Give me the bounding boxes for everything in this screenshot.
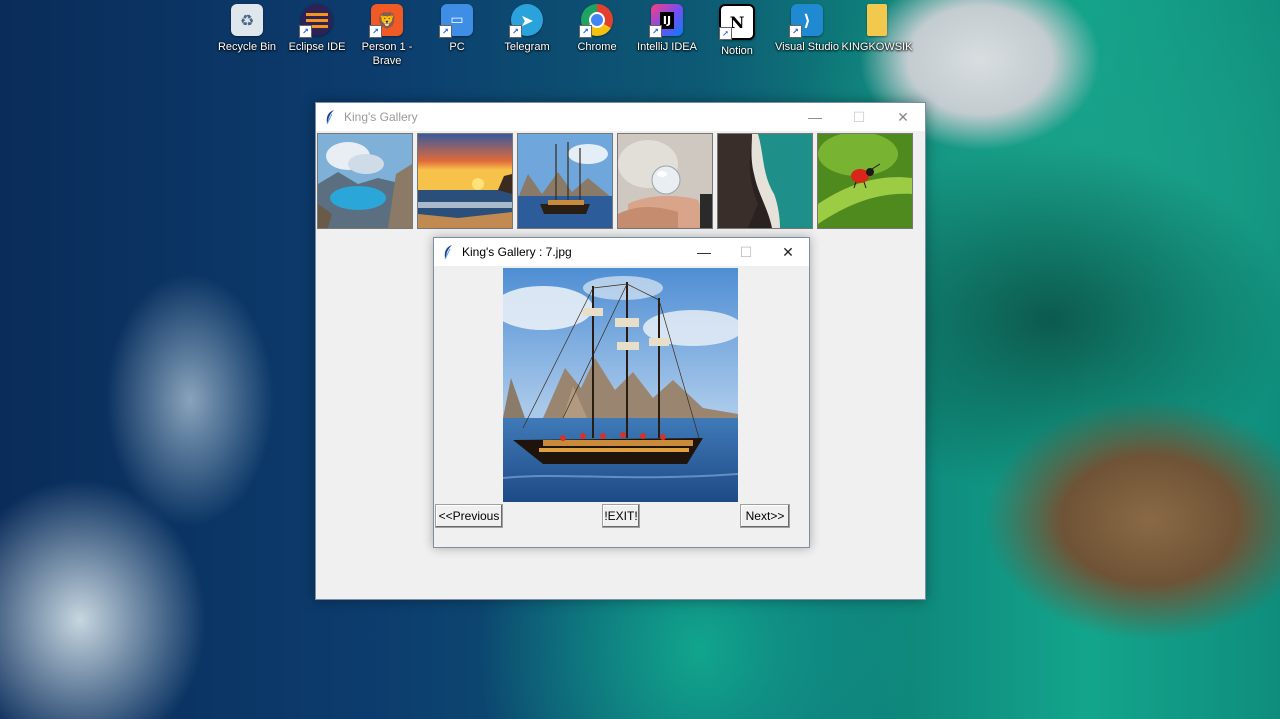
desktop-icon-label: PC <box>449 41 465 53</box>
mountain-lake-thumbnail[interactable] <box>317 133 413 229</box>
desktop-icon-telegram[interactable]: ➤ ↗ Telegram <box>492 4 562 68</box>
desktop-icons: ♻ Recycle Bin ↗ Eclipse IDE 🦁 ↗ Person 1 … <box>212 4 912 68</box>
notion-icon: N ↗ <box>719 4 755 40</box>
main-titlebar[interactable]: King's Gallery — ☐ ✕ <box>316 103 925 131</box>
desktop-icon-label: KINGKOWSIK <box>841 41 913 53</box>
close-button[interactable]: ✕ <box>881 103 925 131</box>
ladybug-leaf-thumbnail[interactable] <box>817 133 913 229</box>
desktop-icon-eclipse[interactable]: ↗ Eclipse IDE <box>282 4 352 68</box>
desktop-icon-label: Telegram <box>504 41 550 53</box>
desktop-icon-brave[interactable]: 🦁 ↗ Person 1 - Brave <box>352 4 422 68</box>
desktop-icon-vscode[interactable]: ⟩ ↗ Visual Studio <box>772 4 842 68</box>
telegram-icon: ➤ ↗ <box>509 4 543 38</box>
desktop-icon-label: Visual Studio <box>774 41 839 53</box>
folder-icon <box>867 4 887 36</box>
aerial-coast-thumbnail[interactable] <box>717 133 813 229</box>
intellij-icon: IJ ↗ <box>649 4 683 38</box>
maximize-button[interactable]: ☐ <box>725 238 767 266</box>
desktop-icon-label: Person 1 - Brave <box>361 41 413 67</box>
main-window-title: King's Gallery <box>344 110 418 124</box>
pirate-ship-photo <box>503 268 738 502</box>
desktop-icon-label: Recycle Bin <box>217 41 277 53</box>
minimize-button[interactable]: — <box>683 238 725 266</box>
feather-icon <box>326 110 334 125</box>
pc-icon: ▭ ↗ <box>439 4 473 38</box>
desktop-icon-label: Chrome <box>577 41 617 53</box>
sunset-beach-thumbnail[interactable] <box>417 133 513 229</box>
pirate-ship-thumbnail[interactable] <box>517 133 613 229</box>
previous-button[interactable]: <<Previous <box>435 504 503 528</box>
feather-icon <box>444 245 452 260</box>
desktop-icon-folder[interactable]: KINGKOWSIK <box>842 4 912 68</box>
desktop-icon-label: IntelliJ IDEA <box>637 41 697 53</box>
thumbnail-strip <box>316 131 925 229</box>
chrome-icon: ↗ <box>579 4 613 38</box>
vscode-icon: ⟩ ↗ <box>789 4 823 38</box>
crystal-ball-hand-thumbnail[interactable] <box>617 133 713 229</box>
close-button[interactable]: ✕ <box>767 238 809 266</box>
maximize-button[interactable]: ☐ <box>837 103 881 131</box>
desktop-icon-pc[interactable]: ▭ ↗ PC <box>422 4 492 68</box>
brave-icon: 🦁 ↗ <box>369 4 403 38</box>
viewer-window-title: King's Gallery : 7.jpg <box>462 245 572 259</box>
minimize-button[interactable]: — <box>793 103 837 131</box>
eclipse-icon: ↗ <box>299 4 333 38</box>
desktop-icon-label: Eclipse IDE <box>288 41 346 53</box>
desktop-icon-notion[interactable]: N ↗ Notion <box>702 4 772 68</box>
viewer-titlebar[interactable]: King's Gallery : 7.jpg — ☐ ✕ <box>434 238 809 266</box>
desktop-icon-recycle-bin[interactable]: ♻ Recycle Bin <box>212 4 282 68</box>
desktop-icon-label: Notion <box>721 45 753 57</box>
recycle-bin-icon: ♻ <box>231 4 263 36</box>
desktop-icon-intellij[interactable]: IJ ↗ IntelliJ IDEA <box>632 4 702 68</box>
exit-button[interactable]: !EXIT! <box>602 504 640 528</box>
main-window-controls: — ☐ ✕ <box>793 103 925 131</box>
viewer-window-controls: — ☐ ✕ <box>683 238 809 266</box>
image-viewer-window: King's Gallery : 7.jpg — ☐ ✕ <<Previous … <box>433 237 810 548</box>
desktop-icon-chrome[interactable]: ↗ Chrome <box>562 4 632 68</box>
next-button[interactable]: Next>> <box>740 504 790 528</box>
